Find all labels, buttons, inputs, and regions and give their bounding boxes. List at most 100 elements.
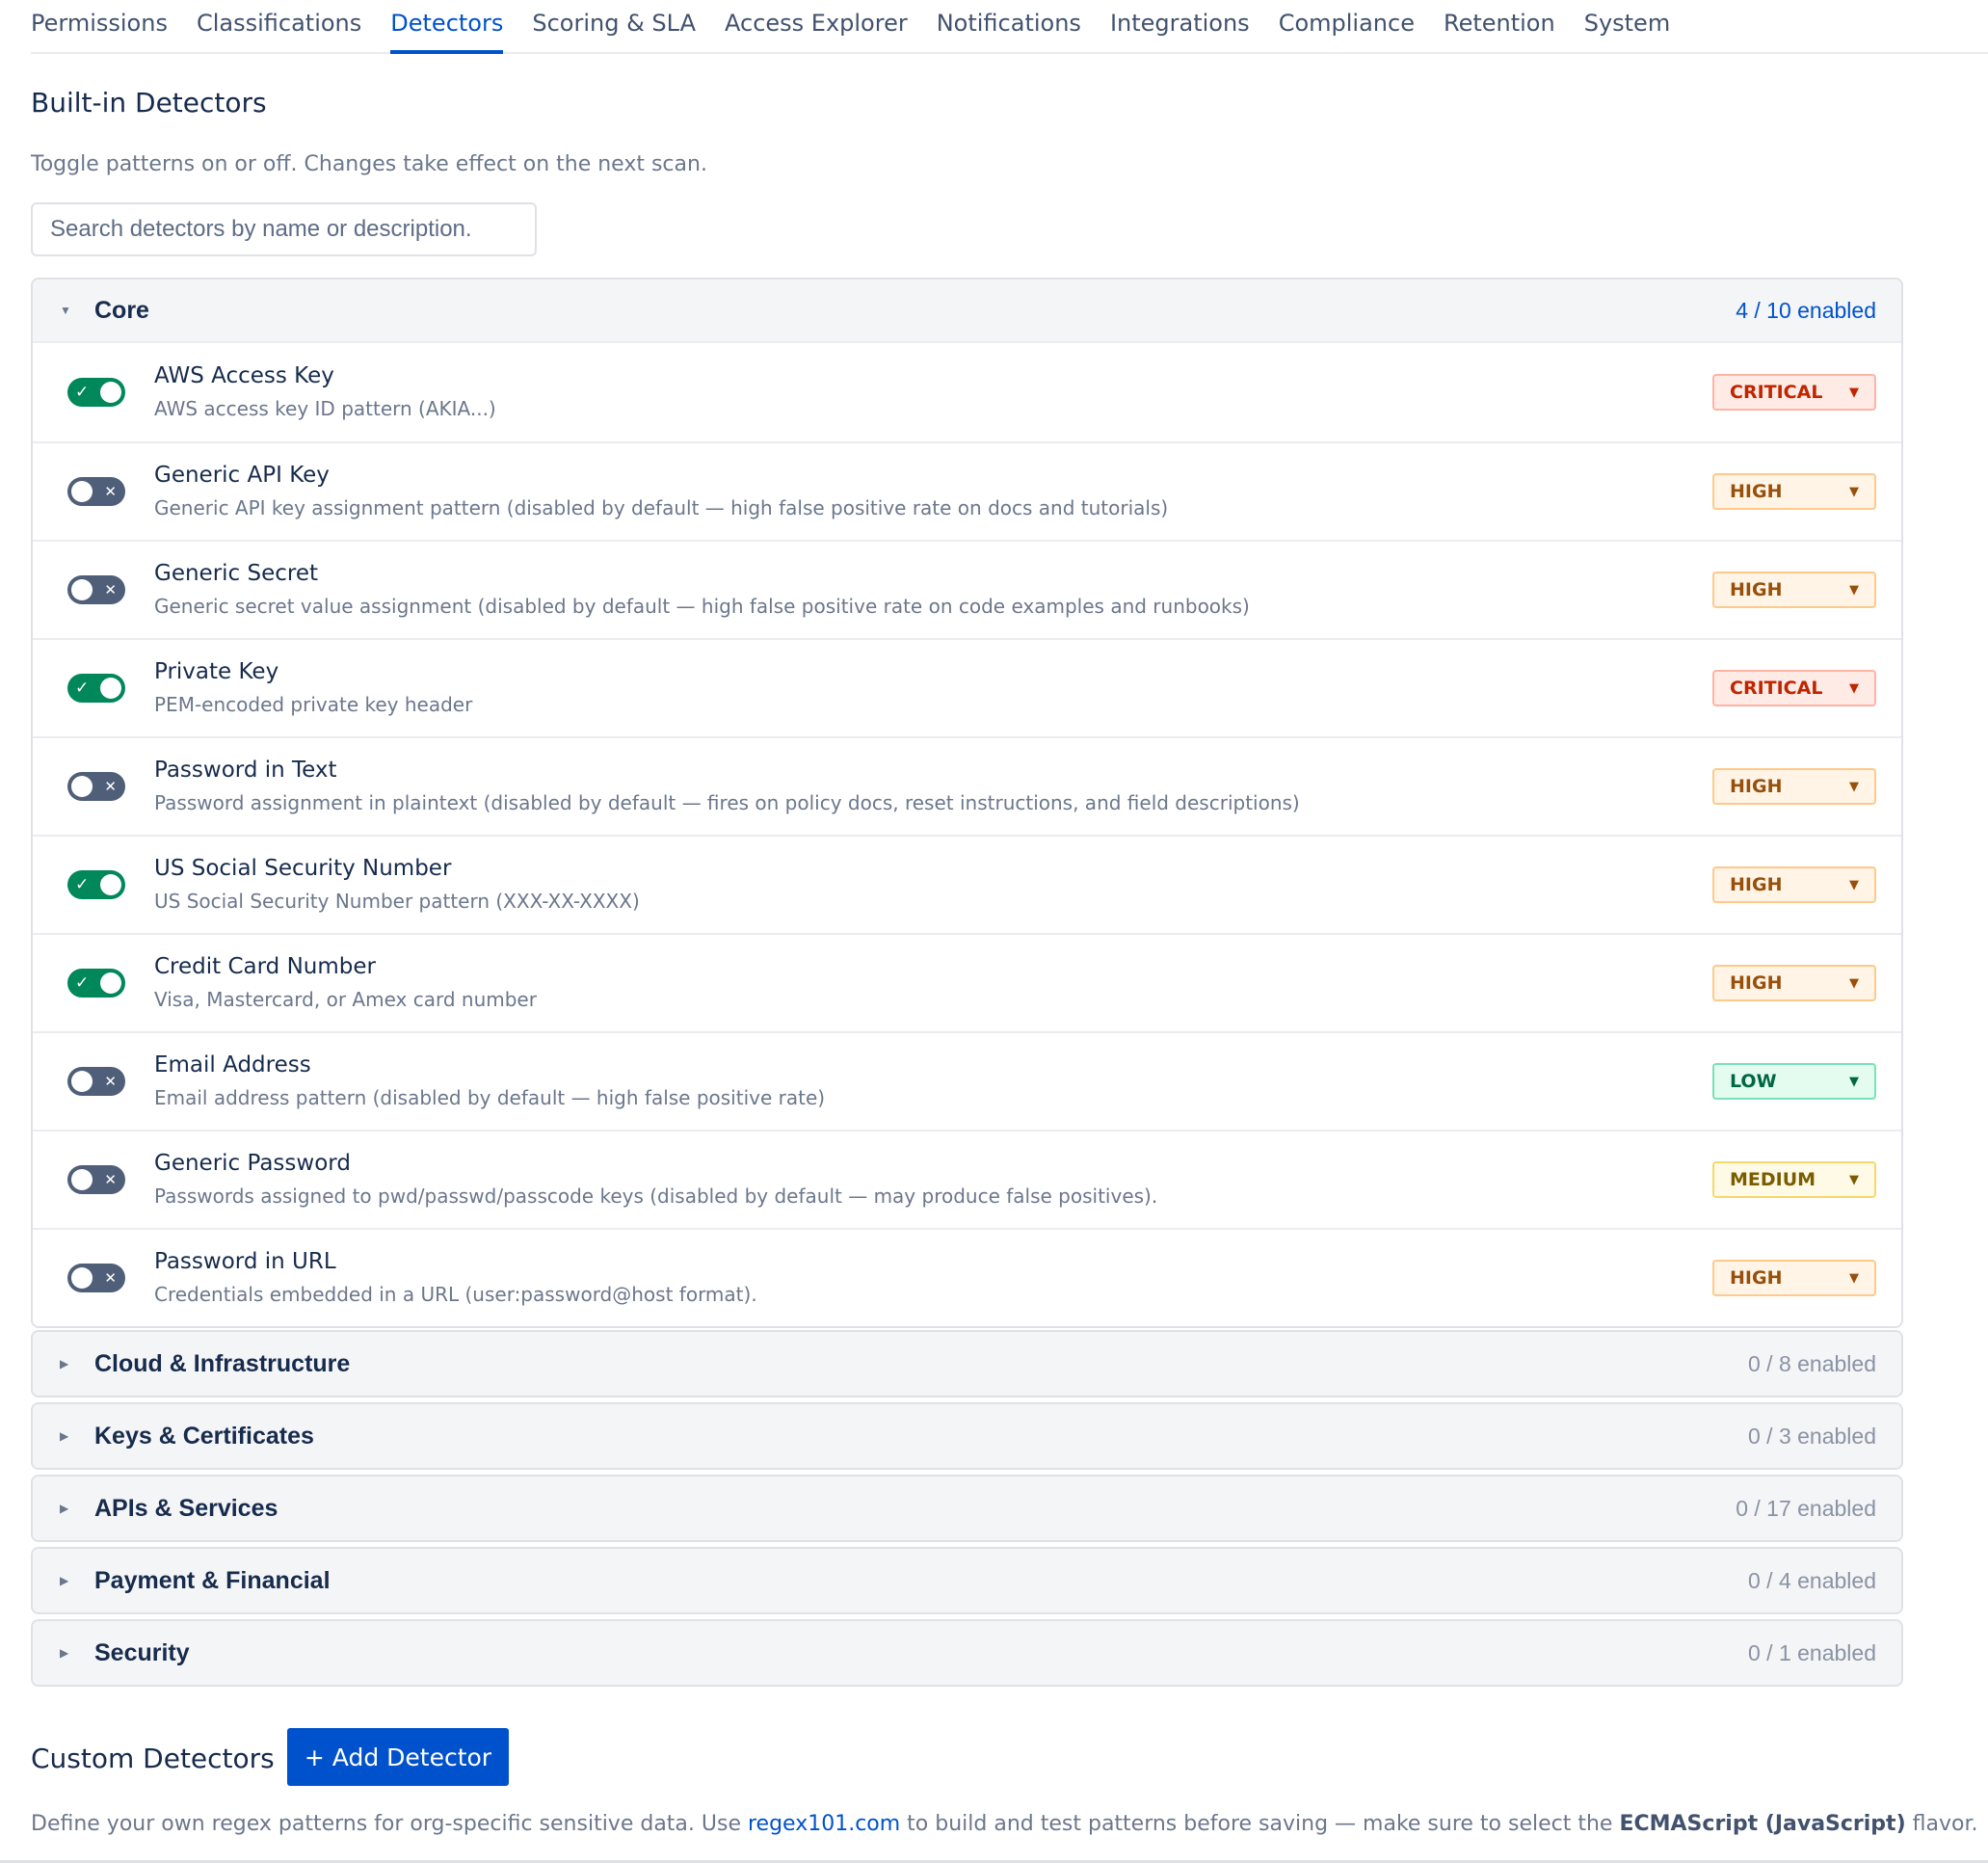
dropdown-arrow-icon: ▼ [1849, 975, 1859, 991]
detector-description: AWS access key ID pattern (AKIA...) [154, 397, 496, 420]
detector-name: Email Address [154, 1052, 311, 1078]
detector-toggle[interactable]: ✕ [67, 1264, 125, 1292]
add-detector-button[interactable]: + Add Detector [287, 1728, 509, 1786]
x-icon: ✕ [104, 778, 117, 795]
severity-select[interactable]: HIGH ▼ [1712, 866, 1876, 903]
group-apis-services: ▶ APIs & Services 0 / 17 enabled [31, 1475, 1903, 1542]
severity-value: LOW [1730, 1071, 1777, 1092]
tab-retention[interactable]: Retention [1444, 0, 1555, 40]
toggle-knob [71, 1071, 93, 1092]
detector-description: Email address pattern (disabled by defau… [154, 1086, 826, 1109]
detector-name: Private Key [154, 659, 279, 684]
severity-select[interactable]: CRITICAL ▼ [1712, 670, 1876, 706]
group-title: Security [94, 1638, 190, 1666]
regex101-link[interactable]: regex101.com [748, 1812, 900, 1836]
severity-select[interactable]: HIGH ▼ [1712, 768, 1876, 805]
severity-value: HIGH [1730, 972, 1783, 994]
detector-toggle[interactable]: ✕ [67, 1165, 125, 1194]
group-enabled-count: 0 / 4 enabled [1747, 1567, 1876, 1593]
severity-select[interactable]: HIGH ▼ [1712, 1260, 1876, 1296]
detector-toggle[interactable]: ✕ [67, 575, 125, 604]
group-keys-certificates-header[interactable]: ▶ Keys & Certificates 0 / 3 enabled [33, 1404, 1901, 1468]
ecmascript-flavor-text: ECMAScript (JavaScript) [1619, 1812, 1906, 1836]
description-text: to build and test patterns before saving… [900, 1812, 1620, 1836]
tab-scoring-sla[interactable]: Scoring & SLA [532, 0, 696, 40]
tab-system[interactable]: System [1584, 0, 1671, 40]
group-title: Cloud & Infrastructure [94, 1349, 351, 1377]
detector-description: Generic secret value assignment (disable… [154, 595, 1250, 618]
severity-select[interactable]: LOW ▼ [1712, 1063, 1876, 1100]
caret-right-icon: ▶ [60, 1646, 69, 1660]
caret-right-icon: ▶ [60, 1357, 69, 1371]
group-enabled-count: 0 / 1 enabled [1747, 1639, 1876, 1665]
group-apis-services-header[interactable]: ▶ APIs & Services 0 / 17 enabled [33, 1477, 1901, 1540]
group-core-header[interactable]: ▼ Core 4 / 10 enabled [33, 279, 1901, 343]
detector-text: Generic Password Passwords assigned to pw… [154, 1149, 1712, 1211]
tab-access-explorer[interactable]: Access Explorer [725, 0, 908, 40]
caret-down-icon: ▼ [60, 304, 71, 317]
toggle-knob [100, 382, 121, 403]
detector-toggle[interactable]: ✕ [67, 477, 125, 506]
group-payment-financial-header[interactable]: ▶ Payment & Financial 0 / 4 enabled [33, 1549, 1901, 1612]
tab-notifications[interactable]: Notifications [937, 0, 1081, 40]
tab-compliance[interactable]: Compliance [1279, 0, 1415, 40]
tab-integrations[interactable]: Integrations [1110, 0, 1250, 40]
tab-permissions[interactable]: Permissions [31, 0, 168, 40]
dropdown-arrow-icon: ▼ [1849, 877, 1859, 892]
detector-text: AWS Access Key AWS access key ID pattern … [154, 361, 1712, 423]
check-icon: ✓ [75, 973, 90, 993]
group-cloud-infrastructure-header[interactable]: ▶ Cloud & Infrastructure 0 / 8 enabled [33, 1332, 1901, 1396]
dropdown-arrow-icon: ▼ [1849, 484, 1859, 499]
detector-row: ✓ Private Key PEM-encoded private key head… [33, 638, 1901, 736]
detector-toggle[interactable]: ✕ [67, 1067, 125, 1096]
group-security-header[interactable]: ▶ Security 0 / 1 enabled [33, 1621, 1901, 1685]
detector-row: ✕ Password in Text Password assignment in … [33, 736, 1901, 835]
detector-text: Generic API Key Generic API key assignmen… [154, 461, 1712, 522]
detector-row: ✓ AWS Access Key AWS access key ID pattern… [33, 343, 1901, 441]
caret-right-icon: ▶ [60, 1502, 69, 1515]
detector-name: Generic Secret [154, 561, 319, 586]
dropdown-arrow-icon: ▼ [1849, 582, 1859, 598]
detector-text: Password in URL Credentials embedded in a… [154, 1247, 1712, 1309]
detector-toggle[interactable]: ✓ [67, 674, 125, 703]
group-enabled-count: 4 / 10 enabled [1736, 297, 1876, 323]
check-icon: ✓ [75, 875, 90, 894]
toggle-knob [71, 1267, 93, 1289]
detector-list: ✓ AWS Access Key AWS access key ID pattern… [33, 343, 1901, 1326]
group-title: Payment & Financial [94, 1566, 331, 1594]
detector-description: Credentials embedded in a URL (user:pass… [154, 1283, 757, 1306]
detector-toggle[interactable]: ✓ [67, 870, 125, 899]
detector-toggle[interactable]: ✕ [67, 772, 125, 801]
group-security: ▶ Security 0 / 1 enabled [31, 1619, 1903, 1687]
severity-value: HIGH [1730, 579, 1783, 600]
detector-search-input[interactable] [31, 202, 537, 256]
severity-select[interactable]: HIGH ▼ [1712, 572, 1876, 608]
detector-row: ✕ Email Address Email address pattern (dis… [33, 1031, 1901, 1130]
severity-select[interactable]: MEDIUM ▼ [1712, 1161, 1876, 1198]
caret-right-icon: ▶ [60, 1429, 69, 1443]
description-text: flavor. [1905, 1812, 1978, 1836]
severity-select[interactable]: HIGH ▼ [1712, 965, 1876, 1001]
severity-value: CRITICAL [1730, 382, 1823, 403]
severity-value: CRITICAL [1730, 678, 1823, 699]
tab-detectors[interactable]: Detectors [390, 0, 504, 54]
severity-value: HIGH [1730, 1267, 1783, 1289]
severity-value: HIGH [1730, 481, 1783, 502]
detector-description: PEM-encoded private key header [154, 693, 473, 716]
severity-select[interactable]: CRITICAL ▼ [1712, 374, 1876, 411]
tab-classifications[interactable]: Classifications [197, 0, 361, 40]
detector-toggle[interactable]: ✓ [67, 378, 125, 407]
detector-name: Generic Password [154, 1151, 351, 1176]
detector-row: ✕ Generic Password Passwords assigned to p… [33, 1130, 1901, 1228]
detector-toggle[interactable]: ✓ [67, 969, 125, 998]
x-icon: ✕ [104, 581, 117, 599]
check-icon: ✓ [75, 679, 90, 698]
toggle-knob [71, 579, 93, 600]
severity-select[interactable]: HIGH ▼ [1712, 473, 1876, 510]
group-enabled-count: 0 / 17 enabled [1736, 1495, 1876, 1521]
detector-text: Private Key PEM-encoded private key heade… [154, 657, 1712, 719]
detector-row: ✓ US Social Security Number US Social Secu… [33, 835, 1901, 933]
severity-value: MEDIUM [1730, 1169, 1816, 1190]
detector-description: Passwords assigned to pwd/passwd/passcod… [154, 1184, 1158, 1208]
detector-name: Password in URL [154, 1249, 336, 1274]
